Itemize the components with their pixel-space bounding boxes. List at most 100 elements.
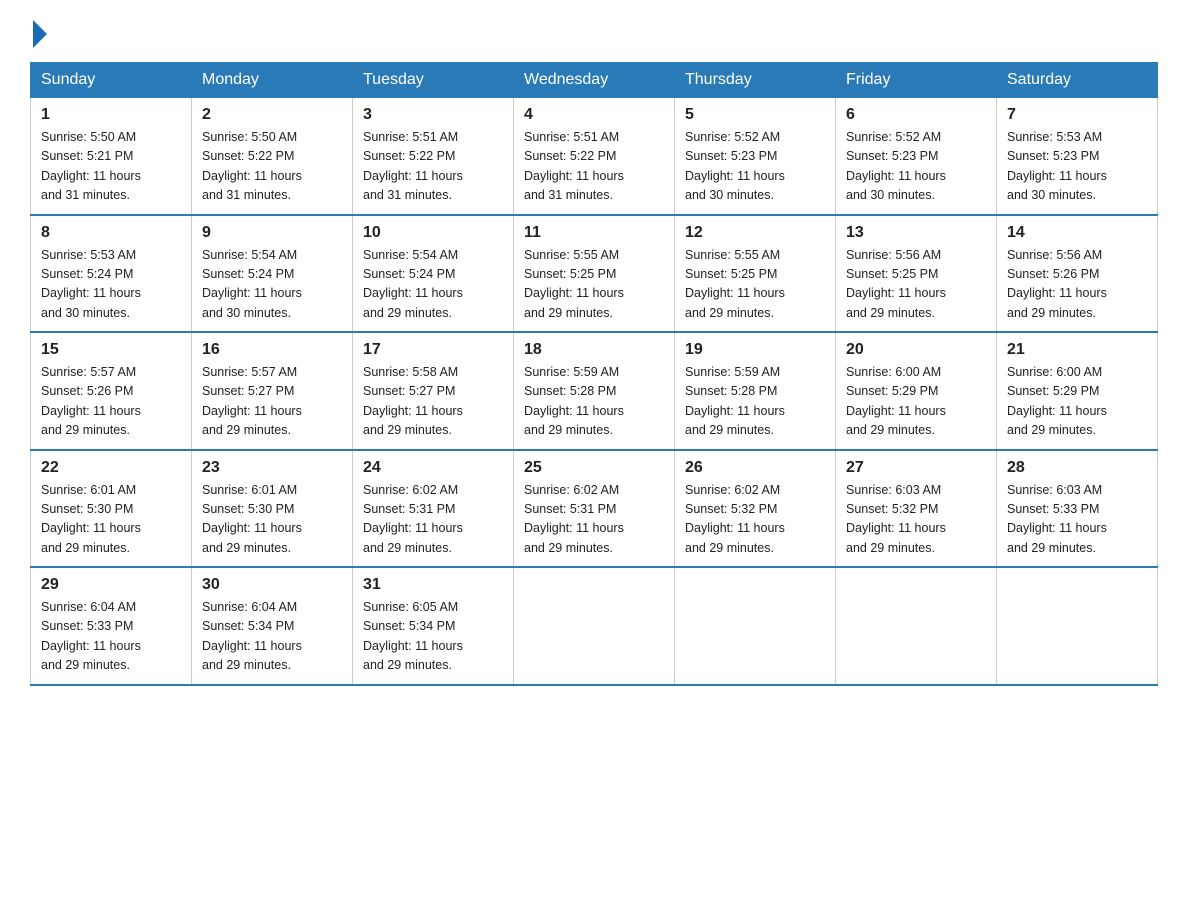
calendar-week-2: 8 Sunrise: 5:53 AMSunset: 5:24 PMDayligh…: [31, 215, 1158, 333]
day-info: Sunrise: 5:54 AMSunset: 5:24 PMDaylight:…: [363, 248, 463, 320]
calendar-cell: 8 Sunrise: 5:53 AMSunset: 5:24 PMDayligh…: [31, 215, 192, 333]
calendar-week-3: 15 Sunrise: 5:57 AMSunset: 5:26 PMDaylig…: [31, 332, 1158, 450]
day-number: 18: [524, 341, 664, 359]
day-info: Sunrise: 5:58 AMSunset: 5:27 PMDaylight:…: [363, 365, 463, 437]
calendar-cell: 28 Sunrise: 6:03 AMSunset: 5:33 PMDaylig…: [997, 450, 1158, 568]
calendar-cell: 27 Sunrise: 6:03 AMSunset: 5:32 PMDaylig…: [836, 450, 997, 568]
day-number: 13: [846, 224, 986, 242]
day-info: Sunrise: 5:59 AMSunset: 5:28 PMDaylight:…: [685, 365, 785, 437]
calendar-week-1: 1 Sunrise: 5:50 AMSunset: 5:21 PMDayligh…: [31, 98, 1158, 215]
day-info: Sunrise: 5:54 AMSunset: 5:24 PMDaylight:…: [202, 248, 302, 320]
day-number: 4: [524, 106, 664, 124]
day-info: Sunrise: 6:04 AMSunset: 5:34 PMDaylight:…: [202, 600, 302, 672]
weekday-header-saturday: Saturday: [997, 63, 1158, 98]
day-number: 14: [1007, 224, 1147, 242]
day-number: 9: [202, 224, 342, 242]
day-number: 19: [685, 341, 825, 359]
calendar-cell: [675, 567, 836, 685]
calendar-week-4: 22 Sunrise: 6:01 AMSunset: 5:30 PMDaylig…: [31, 450, 1158, 568]
day-number: 27: [846, 459, 986, 477]
logo-arrow-icon: [33, 20, 47, 48]
calendar-cell: 4 Sunrise: 5:51 AMSunset: 5:22 PMDayligh…: [514, 98, 675, 215]
day-info: Sunrise: 6:04 AMSunset: 5:33 PMDaylight:…: [41, 600, 141, 672]
day-number: 12: [685, 224, 825, 242]
weekday-header-tuesday: Tuesday: [353, 63, 514, 98]
weekday-header-sunday: Sunday: [31, 63, 192, 98]
weekday-header-row: SundayMondayTuesdayWednesdayThursdayFrid…: [31, 63, 1158, 98]
calendar-body: 1 Sunrise: 5:50 AMSunset: 5:21 PMDayligh…: [31, 98, 1158, 685]
day-info: Sunrise: 5:52 AMSunset: 5:23 PMDaylight:…: [685, 130, 785, 202]
day-info: Sunrise: 5:55 AMSunset: 5:25 PMDaylight:…: [685, 248, 785, 320]
calendar-cell: 30 Sunrise: 6:04 AMSunset: 5:34 PMDaylig…: [192, 567, 353, 685]
calendar-cell: 12 Sunrise: 5:55 AMSunset: 5:25 PMDaylig…: [675, 215, 836, 333]
calendar-cell: 14 Sunrise: 5:56 AMSunset: 5:26 PMDaylig…: [997, 215, 1158, 333]
day-number: 6: [846, 106, 986, 124]
day-number: 21: [1007, 341, 1147, 359]
day-info: Sunrise: 5:57 AMSunset: 5:26 PMDaylight:…: [41, 365, 141, 437]
day-info: Sunrise: 6:03 AMSunset: 5:32 PMDaylight:…: [846, 483, 946, 555]
day-info: Sunrise: 6:01 AMSunset: 5:30 PMDaylight:…: [41, 483, 141, 555]
logo: [30, 20, 49, 52]
day-number: 25: [524, 459, 664, 477]
calendar-cell: 2 Sunrise: 5:50 AMSunset: 5:22 PMDayligh…: [192, 98, 353, 215]
day-info: Sunrise: 5:50 AMSunset: 5:22 PMDaylight:…: [202, 130, 302, 202]
day-info: Sunrise: 6:03 AMSunset: 5:33 PMDaylight:…: [1007, 483, 1107, 555]
calendar-cell: 19 Sunrise: 5:59 AMSunset: 5:28 PMDaylig…: [675, 332, 836, 450]
day-number: 28: [1007, 459, 1147, 477]
calendar-cell: 26 Sunrise: 6:02 AMSunset: 5:32 PMDaylig…: [675, 450, 836, 568]
day-number: 31: [363, 576, 503, 594]
day-number: 15: [41, 341, 181, 359]
calendar-cell: 1 Sunrise: 5:50 AMSunset: 5:21 PMDayligh…: [31, 98, 192, 215]
day-number: 29: [41, 576, 181, 594]
day-number: 16: [202, 341, 342, 359]
calendar-cell: 22 Sunrise: 6:01 AMSunset: 5:30 PMDaylig…: [31, 450, 192, 568]
day-info: Sunrise: 5:56 AMSunset: 5:25 PMDaylight:…: [846, 248, 946, 320]
day-number: 26: [685, 459, 825, 477]
calendar-cell: 3 Sunrise: 5:51 AMSunset: 5:22 PMDayligh…: [353, 98, 514, 215]
calendar-cell: 23 Sunrise: 6:01 AMSunset: 5:30 PMDaylig…: [192, 450, 353, 568]
day-number: 22: [41, 459, 181, 477]
day-number: 20: [846, 341, 986, 359]
day-info: Sunrise: 5:57 AMSunset: 5:27 PMDaylight:…: [202, 365, 302, 437]
day-info: Sunrise: 6:02 AMSunset: 5:31 PMDaylight:…: [524, 483, 624, 555]
day-info: Sunrise: 5:55 AMSunset: 5:25 PMDaylight:…: [524, 248, 624, 320]
day-number: 24: [363, 459, 503, 477]
day-number: 30: [202, 576, 342, 594]
calendar-cell: 13 Sunrise: 5:56 AMSunset: 5:25 PMDaylig…: [836, 215, 997, 333]
day-info: Sunrise: 5:52 AMSunset: 5:23 PMDaylight:…: [846, 130, 946, 202]
calendar-cell: 25 Sunrise: 6:02 AMSunset: 5:31 PMDaylig…: [514, 450, 675, 568]
calendar-cell: 29 Sunrise: 6:04 AMSunset: 5:33 PMDaylig…: [31, 567, 192, 685]
day-info: Sunrise: 6:00 AMSunset: 5:29 PMDaylight:…: [1007, 365, 1107, 437]
day-info: Sunrise: 5:59 AMSunset: 5:28 PMDaylight:…: [524, 365, 624, 437]
day-info: Sunrise: 6:02 AMSunset: 5:31 PMDaylight:…: [363, 483, 463, 555]
day-info: Sunrise: 5:51 AMSunset: 5:22 PMDaylight:…: [524, 130, 624, 202]
calendar-cell: 9 Sunrise: 5:54 AMSunset: 5:24 PMDayligh…: [192, 215, 353, 333]
calendar-cell: [514, 567, 675, 685]
weekday-header-wednesday: Wednesday: [514, 63, 675, 98]
calendar-cell: 10 Sunrise: 5:54 AMSunset: 5:24 PMDaylig…: [353, 215, 514, 333]
calendar-cell: [836, 567, 997, 685]
day-number: 8: [41, 224, 181, 242]
day-info: Sunrise: 6:02 AMSunset: 5:32 PMDaylight:…: [685, 483, 785, 555]
day-info: Sunrise: 5:51 AMSunset: 5:22 PMDaylight:…: [363, 130, 463, 202]
day-number: 3: [363, 106, 503, 124]
day-info: Sunrise: 5:50 AMSunset: 5:21 PMDaylight:…: [41, 130, 141, 202]
day-number: 11: [524, 224, 664, 242]
page-header: [30, 20, 1158, 52]
calendar-cell: 11 Sunrise: 5:55 AMSunset: 5:25 PMDaylig…: [514, 215, 675, 333]
day-info: Sunrise: 6:05 AMSunset: 5:34 PMDaylight:…: [363, 600, 463, 672]
day-number: 7: [1007, 106, 1147, 124]
calendar-cell: 21 Sunrise: 6:00 AMSunset: 5:29 PMDaylig…: [997, 332, 1158, 450]
weekday-header-friday: Friday: [836, 63, 997, 98]
weekday-header-thursday: Thursday: [675, 63, 836, 98]
day-number: 17: [363, 341, 503, 359]
calendar-cell: 15 Sunrise: 5:57 AMSunset: 5:26 PMDaylig…: [31, 332, 192, 450]
day-info: Sunrise: 5:56 AMSunset: 5:26 PMDaylight:…: [1007, 248, 1107, 320]
day-info: Sunrise: 6:01 AMSunset: 5:30 PMDaylight:…: [202, 483, 302, 555]
calendar-cell: 20 Sunrise: 6:00 AMSunset: 5:29 PMDaylig…: [836, 332, 997, 450]
calendar-cell: 6 Sunrise: 5:52 AMSunset: 5:23 PMDayligh…: [836, 98, 997, 215]
calendar-cell: 17 Sunrise: 5:58 AMSunset: 5:27 PMDaylig…: [353, 332, 514, 450]
calendar-cell: 16 Sunrise: 5:57 AMSunset: 5:27 PMDaylig…: [192, 332, 353, 450]
calendar-week-5: 29 Sunrise: 6:04 AMSunset: 5:33 PMDaylig…: [31, 567, 1158, 685]
day-info: Sunrise: 5:53 AMSunset: 5:23 PMDaylight:…: [1007, 130, 1107, 202]
